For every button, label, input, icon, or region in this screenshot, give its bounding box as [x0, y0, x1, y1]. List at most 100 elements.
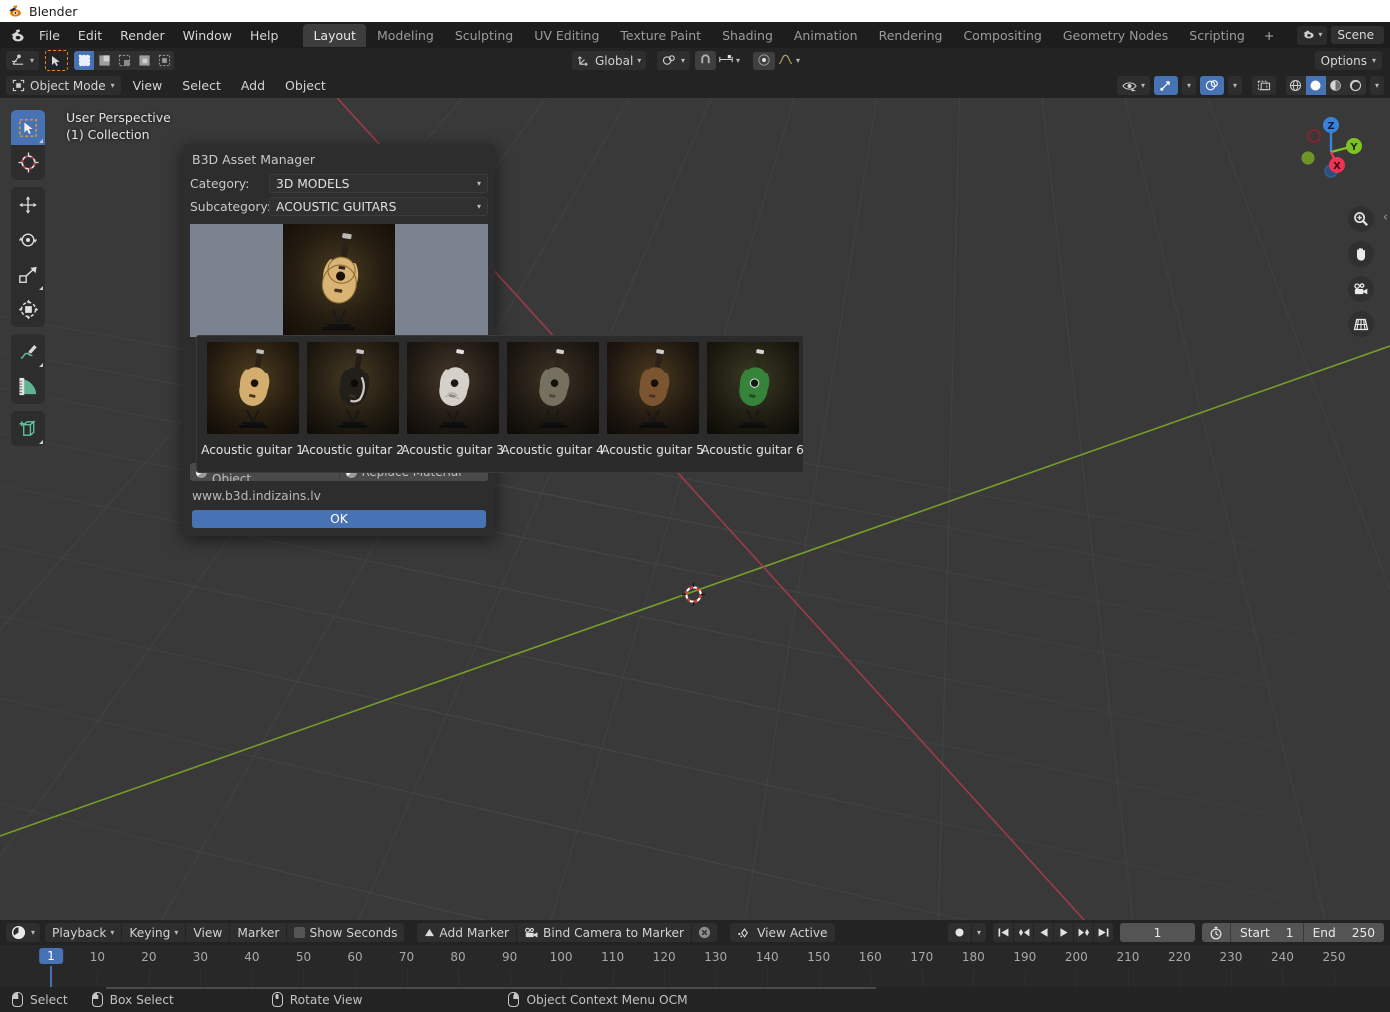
asset-thumb-4[interactable]: Acoustic guitar 4 — [501, 342, 604, 472]
asset-thumb-3[interactable]: Acoustic guitar 3 — [401, 342, 504, 472]
tool-select-box[interactable] — [11, 110, 45, 145]
tab-scripting[interactable]: Scripting — [1179, 24, 1255, 47]
pivot-point-selector[interactable]: ▾ — [657, 51, 691, 70]
scene-selector[interactable]: ▾ — [1297, 25, 1328, 45]
show-seconds-checkbox[interactable]: Show Seconds — [286, 923, 404, 942]
shading-wireframe-icon[interactable] — [1286, 76, 1306, 95]
asset-thumb-6[interactable]: Acoustic guitar 6 — [701, 342, 804, 472]
snap-target-icon[interactable] — [718, 53, 734, 69]
auto-keying-dropdown[interactable]: ▾ — [971, 923, 986, 942]
gizmo-dropdown[interactable]: ▾ — [1181, 76, 1196, 95]
use-preview-range-button[interactable] — [1202, 923, 1230, 942]
tool-move[interactable] — [11, 187, 45, 222]
viewport-options-button[interactable]: Options ▾ — [1314, 51, 1382, 70]
start-frame-field[interactable]: Start 1 — [1230, 923, 1303, 942]
snapping-group[interactable]: ▾ — [690, 51, 745, 70]
view-active-button[interactable]: View Active — [730, 923, 835, 942]
ok-button[interactable]: OK — [192, 510, 486, 528]
falloff-curve-icon[interactable] — [778, 53, 793, 68]
asset-thumb-1[interactable]: Acoustic guitar 1 — [201, 342, 304, 472]
sidebar-chevron-icon[interactable]: ‹ — [1383, 210, 1388, 225]
tab-modeling[interactable]: Modeling — [367, 24, 444, 47]
tool-cursor[interactable] — [11, 145, 45, 180]
pan-hand-icon[interactable] — [1348, 241, 1374, 267]
timeline-menu-view[interactable]: View — [185, 923, 229, 942]
select-intersect-icon[interactable] — [154, 51, 174, 70]
timeline-menu-playback[interactable]: Playback ▾ — [45, 923, 121, 942]
timeline-menu-marker[interactable]: Marker — [229, 923, 286, 942]
add-workspace-tab-button[interactable]: + — [1256, 24, 1282, 47]
ortho-persp-icon[interactable] — [1348, 311, 1374, 337]
xray-toggle-button[interactable] — [1251, 76, 1276, 95]
next-keyframe-button[interactable] — [1073, 923, 1093, 942]
previous-keyframe-button[interactable] — [1013, 923, 1033, 942]
menu-file[interactable]: File — [30, 25, 69, 46]
3d-viewport[interactable]: User Perspective (1) Collection Z Y X ‹ … — [0, 98, 1390, 920]
navigation-gizmo[interactable]: Z Y X — [1292, 113, 1370, 191]
asset-thumb-2[interactable]: Acoustic guitar 2 — [301, 342, 404, 472]
unbind-marker-button[interactable] — [691, 923, 717, 942]
viewport-menu-view[interactable]: View — [125, 76, 171, 95]
viewport-menu-select[interactable]: Select — [174, 76, 229, 95]
asset-preview-strip[interactable] — [190, 224, 488, 337]
end-frame-field[interactable]: End 250 — [1302, 923, 1384, 942]
scene-name-field[interactable]: Scene — [1331, 26, 1384, 44]
shading-dropdown[interactable]: ▾ — [1369, 76, 1384, 95]
jump-to-start-button[interactable] — [993, 923, 1013, 942]
shading-material-icon[interactable] — [1326, 76, 1346, 95]
proportional-edit-icon[interactable] — [753, 51, 775, 70]
jump-to-end-button[interactable] — [1093, 923, 1113, 942]
menu-help[interactable]: Help — [241, 25, 288, 46]
timeline-menu-keying[interactable]: Keying ▾ — [121, 923, 185, 942]
menu-edit[interactable]: Edit — [69, 25, 111, 46]
tab-compositing[interactable]: Compositing — [953, 24, 1051, 47]
blender-menu-icon[interactable] — [4, 28, 30, 43]
transform-orientation-selector[interactable]: Global ▾ — [572, 51, 647, 70]
tool-scale[interactable] — [11, 257, 45, 292]
tab-layout[interactable]: Layout — [303, 23, 366, 47]
zoom-icon[interactable] — [1348, 206, 1374, 232]
tab-uv-editing[interactable]: UV Editing — [524, 24, 609, 47]
tool-rotate[interactable] — [11, 222, 45, 257]
editor-type-icon[interactable]: ▾ — [6, 51, 40, 70]
proportional-editing-group[interactable]: ▾ — [748, 51, 805, 70]
statusbar-drag-handle[interactable] — [106, 987, 876, 989]
timeline-playhead[interactable]: 1 — [39, 948, 63, 964]
menu-window[interactable]: Window — [174, 25, 241, 46]
auto-keying-toggle[interactable] — [948, 923, 971, 942]
gizmo-toggle-button[interactable] — [1153, 76, 1178, 95]
overlays-toggle-button[interactable] — [1199, 76, 1224, 95]
shading-rendered-icon[interactable] — [1346, 76, 1366, 95]
tab-sculpting[interactable]: Sculpting — [445, 24, 523, 47]
camera-view-icon[interactable] — [1348, 276, 1374, 302]
current-frame-field[interactable]: 1 — [1120, 923, 1196, 942]
tweak-tool-active-indicator[interactable] — [45, 50, 69, 71]
tool-add-cube[interactable] — [11, 411, 45, 446]
tab-animation[interactable]: Animation — [784, 24, 868, 47]
shading-solid-icon[interactable] — [1305, 76, 1326, 95]
timeline-ruler[interactable]: 10 20 30 40 50 60 70 80 90 100 110 120 130 140 150 160 1… — [0, 945, 1390, 987]
object-visibility-button[interactable]: ▾ — [1116, 76, 1150, 95]
tool-measure[interactable] — [11, 369, 45, 404]
play-reverse-button[interactable] — [1033, 923, 1053, 942]
bind-camera-to-marker-button[interactable]: Bind Camera to Marker — [516, 923, 691, 942]
viewport-menu-add[interactable]: Add — [233, 76, 273, 95]
category-select[interactable]: 3D MODELS ▾ — [269, 174, 488, 193]
tool-transform[interactable] — [11, 292, 45, 327]
tab-rendering[interactable]: Rendering — [869, 24, 953, 47]
add-marker-button[interactable]: Add Marker — [417, 923, 516, 942]
play-button[interactable] — [1053, 923, 1073, 942]
select-extend-icon[interactable] — [94, 51, 114, 70]
object-mode-selector[interactable]: Object Mode ▾ — [6, 76, 121, 95]
menu-render[interactable]: Render — [111, 25, 174, 46]
select-set-icon[interactable] — [74, 51, 95, 70]
select-invert-icon[interactable] — [134, 51, 154, 70]
viewport-menu-object[interactable]: Object — [277, 76, 334, 95]
tab-shading[interactable]: Shading — [712, 24, 783, 47]
subcategory-select[interactable]: ACOUSTIC GUITARS ▾ — [269, 197, 488, 216]
tab-texture-paint[interactable]: Texture Paint — [610, 24, 711, 47]
overlays-dropdown[interactable]: ▾ — [1227, 76, 1242, 95]
tool-annotate[interactable] — [11, 334, 45, 369]
snap-magnet-icon[interactable] — [695, 51, 716, 70]
select-subtract-icon[interactable] — [114, 51, 134, 70]
